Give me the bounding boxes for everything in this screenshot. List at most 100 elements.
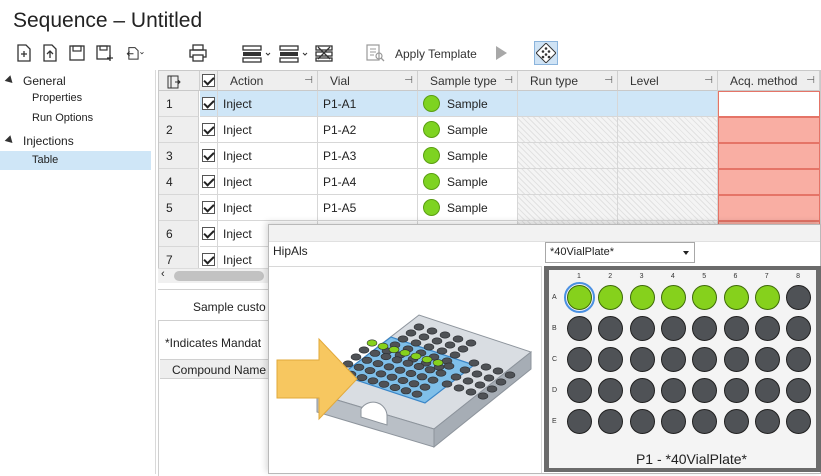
row-checkbox[interactable] (202, 253, 215, 266)
vial-well-d6[interactable] (723, 378, 749, 403)
cell-vial[interactable]: P1-A2 (318, 117, 418, 143)
vial-well-c4[interactable] (660, 347, 686, 372)
vial-well-c2[interactable] (598, 347, 624, 372)
cell-acq[interactable] (718, 117, 820, 143)
vial-well-b2[interactable] (598, 316, 624, 341)
cell-acq[interactable] (718, 91, 820, 117)
vial-well-b6[interactable] (723, 316, 749, 341)
pin-icon[interactable]: ⊣ (604, 71, 613, 91)
cell-vial[interactable]: P1-A1 (318, 91, 418, 117)
cell-run-type[interactable] (518, 117, 618, 143)
collapse-arrow-icon[interactable] (4, 75, 16, 86)
checkbox-icon[interactable] (202, 74, 215, 87)
save-as-icon[interactable] (94, 42, 116, 64)
plate-select[interactable]: *40VialPlate* (545, 242, 695, 263)
vial-well-c8[interactable] (786, 347, 812, 372)
column-header-level[interactable]: Level ⊣ (618, 71, 718, 91)
vial-well-c7[interactable] (754, 347, 780, 372)
vial-well-d2[interactable] (598, 378, 624, 403)
row-number[interactable]: 6 (159, 221, 199, 247)
cell-acq[interactable] (718, 169, 820, 195)
horizontal-scrollbar[interactable]: ‹ (158, 268, 268, 283)
cell-sample-type[interactable]: Sample (418, 169, 518, 195)
vial-well-c5[interactable] (692, 347, 718, 372)
cell-run-type[interactable] (518, 169, 618, 195)
row-checkbox[interactable] (202, 175, 215, 188)
cell-vial[interactable]: P1-A5 (318, 195, 418, 221)
vial-well-e6[interactable] (723, 409, 749, 434)
template-icon[interactable] (364, 42, 386, 64)
cell-sample-type[interactable]: Sample (418, 143, 518, 169)
vial-well-a2[interactable] (598, 285, 624, 310)
row-checkbox[interactable] (202, 149, 215, 162)
vial-well-c3[interactable] (629, 347, 655, 372)
pin-icon[interactable]: ⊣ (806, 71, 815, 91)
column-header-compound-name[interactable]: Compound Name (160, 359, 278, 379)
pin-icon[interactable]: ⊣ (404, 71, 413, 91)
vial-well-a6[interactable] (723, 285, 749, 310)
vial-well-d1[interactable] (567, 378, 592, 403)
vial-well-e2[interactable] (598, 409, 624, 434)
vial-well-c1[interactable] (567, 347, 592, 372)
run-icon[interactable] (490, 42, 512, 64)
column-chooser-icon[interactable] (159, 71, 200, 91)
vial-well-a4[interactable] (660, 285, 686, 310)
sidebar-item-properties[interactable]: Properties (0, 89, 151, 107)
apply-template-button[interactable]: Apply Template (395, 47, 477, 61)
vial-well-d4[interactable] (660, 378, 686, 403)
pin-icon[interactable]: ⊣ (304, 71, 313, 91)
cell-acq[interactable] (718, 143, 820, 169)
cell-vial[interactable]: P1-A3 (318, 143, 418, 169)
new-file-icon[interactable] (13, 42, 35, 64)
cell-level[interactable] (618, 143, 718, 169)
cell-run-type[interactable] (518, 91, 618, 117)
row-checkbox[interactable] (202, 227, 215, 240)
row-number[interactable]: 2 (159, 117, 199, 143)
sidebar-group-injections[interactable]: Injections (0, 132, 151, 150)
vial-well-b7[interactable] (754, 316, 780, 341)
row-number[interactable]: 5 (159, 195, 199, 221)
cell-level[interactable] (618, 169, 718, 195)
cell-level[interactable] (618, 195, 718, 221)
select-all-checkbox[interactable] (200, 71, 218, 91)
vial-well-a5[interactable] (692, 285, 718, 310)
cell-action[interactable]: Inject (218, 117, 318, 143)
import-icon[interactable] (121, 42, 149, 64)
sidebar-group-general[interactable]: General (0, 72, 151, 90)
sidebar-item-table[interactable]: Table (0, 151, 151, 170)
vial-well-a3[interactable] (629, 285, 655, 310)
cell-acq[interactable] (718, 195, 820, 221)
column-header-action[interactable]: Action ⊣ (218, 71, 318, 91)
cell-level[interactable] (618, 117, 718, 143)
vial-well-c6[interactable] (723, 347, 749, 372)
save-icon[interactable] (66, 42, 88, 64)
vial-well-e4[interactable] (660, 409, 686, 434)
row-checkbox[interactable] (202, 123, 215, 136)
cell-action[interactable]: Inject (218, 91, 318, 117)
tab-sample-custom[interactable]: Sample custo (193, 300, 266, 314)
column-header-sample-type[interactable]: Sample type ⊣ (418, 71, 518, 91)
cell-sample-type[interactable]: Sample (418, 117, 518, 143)
vial-well-a8[interactable] (786, 285, 812, 310)
column-header-acq-method[interactable]: Acq. method ⊣ (718, 71, 820, 91)
column-header-run-type[interactable]: Run type ⊣ (518, 71, 618, 91)
cell-action[interactable]: Inject (218, 169, 318, 195)
vial-well-b1[interactable] (567, 316, 592, 341)
row-number[interactable]: 1 (159, 91, 199, 117)
vial-well-b5[interactable] (692, 316, 718, 341)
cell-level[interactable] (618, 91, 718, 117)
vial-well-e7[interactable] (754, 409, 780, 434)
row-number[interactable]: 4 (159, 169, 199, 195)
sidebar-item-run-options[interactable]: Run Options (0, 109, 151, 127)
pin-icon[interactable]: ⊣ (504, 71, 513, 91)
row-checkbox[interactable] (202, 97, 215, 110)
cell-action[interactable]: Inject (218, 195, 318, 221)
cell-vial[interactable]: P1-A4 (318, 169, 418, 195)
vial-well-a1[interactable] (564, 282, 595, 313)
scrollbar-thumb[interactable] (174, 271, 264, 281)
vial-well-e1[interactable] (567, 409, 592, 434)
column-header-vial[interactable]: Vial ⊣ (318, 71, 418, 91)
vial-well-b3[interactable] (629, 316, 655, 341)
delete-row-icon[interactable] (313, 42, 335, 64)
print-icon[interactable] (187, 42, 209, 64)
